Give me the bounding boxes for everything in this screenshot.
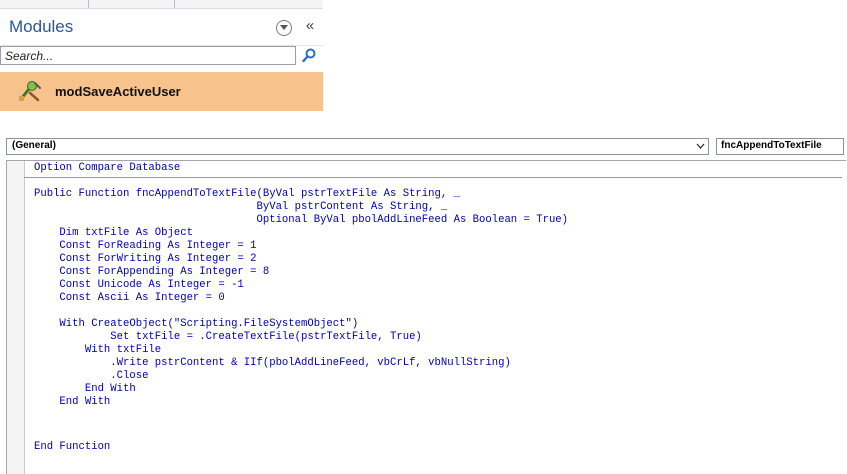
code-line: With txtFile	[34, 344, 162, 356]
code-line: ByVal pstrContent As String, _	[34, 201, 448, 213]
code-line: Option Compare Database	[34, 162, 181, 174]
code-line: Optional ByVal pbolAddLineFeed As Boolea…	[34, 214, 569, 226]
code-line: Const ForReading As Integer = 1	[34, 240, 257, 252]
nav-title: Modules	[9, 17, 74, 36]
vba-code-window: (General) fncAppendToTextFile Option Com…	[0, 137, 847, 474]
code-line: End With	[34, 383, 136, 395]
module-item-modsaveactiveuser[interactable]: modSaveActiveUser	[0, 72, 323, 111]
object-combo[interactable]: (General)	[6, 138, 709, 155]
magnifier-icon[interactable]	[298, 46, 321, 65]
search-row	[0, 46, 323, 67]
chevron-down-circle-icon[interactable]	[276, 20, 292, 36]
collapse-pane-button[interactable]: «	[301, 17, 319, 34]
code-line: Public Function fncAppendToTextFile(ByVa…	[34, 188, 460, 200]
chevron-down-icon	[696, 143, 705, 149]
code-line: End Function	[34, 441, 111, 453]
combo-row: (General) fncAppendToTextFile	[0, 137, 847, 157]
search-input[interactable]	[0, 46, 296, 65]
code-line: Set txtFile = .CreateTextFile(pstrTextFi…	[34, 331, 422, 343]
divider	[174, 0, 175, 8]
code-line: .Write pstrContent & IIf(pbolAddLineFeed…	[34, 357, 511, 369]
code-line: Const Ascii As Integer = 0	[34, 292, 225, 304]
code-line: Dim txtFile As Object	[34, 227, 193, 239]
nav-top-strip	[0, 0, 323, 9]
margin-indicator-bar[interactable]	[7, 161, 25, 474]
module-icon	[18, 80, 42, 102]
module-item-label: modSaveActiveUser	[55, 84, 181, 99]
procedure-combo[interactable]: fncAppendToTextFile	[716, 138, 844, 155]
code-line: .Close	[34, 370, 149, 382]
code-editor[interactable]: Option Compare Database Public Function …	[6, 160, 846, 474]
code-line: Const ForAppending As Integer = 8	[34, 266, 270, 278]
divider	[88, 0, 89, 8]
object-combo-value: (General)	[12, 140, 56, 151]
code-line: Const Unicode As Integer = -1	[34, 279, 244, 291]
nav-header: Modules «	[0, 9, 323, 46]
procedure-combo-value: fncAppendToTextFile	[721, 140, 822, 151]
code-line: With CreateObject("Scripting.FileSystemO…	[34, 318, 359, 330]
code-line: Const ForWriting As Integer = 2	[34, 253, 257, 265]
code-line: End With	[34, 396, 111, 408]
navigation-pane: Modules « modSaveActiveUser	[0, 0, 323, 112]
